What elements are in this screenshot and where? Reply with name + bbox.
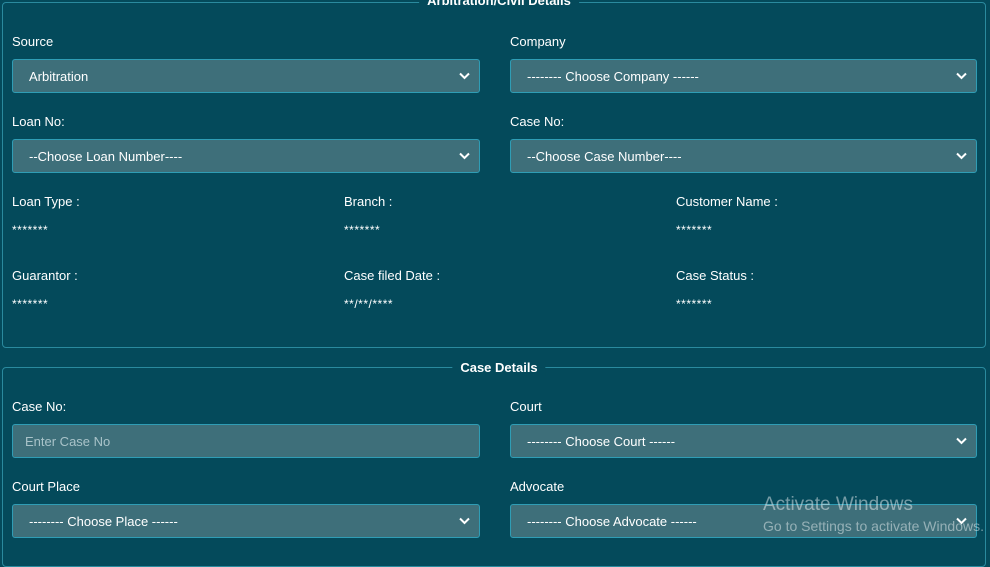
case-number-select[interactable]: --Choose Case Number----	[510, 139, 977, 173]
guarantor-value: *******	[12, 297, 49, 311]
company-select[interactable]: -------- Choose Company ------	[510, 59, 977, 93]
court-select-value: -------- Choose Court ------	[527, 433, 676, 449]
chevron-down-icon	[954, 434, 968, 448]
court-place-label: Court Place	[12, 479, 80, 494]
chevron-down-icon	[954, 69, 968, 83]
court-place-select[interactable]: -------- Choose Place ------	[12, 504, 480, 538]
source-select[interactable]: Arbitration	[12, 59, 480, 93]
branch-value: *******	[344, 223, 381, 237]
customer-name-label: Customer Name :	[676, 194, 778, 209]
chevron-down-icon	[954, 149, 968, 163]
company-label: Company	[510, 34, 566, 49]
chevron-down-icon	[457, 69, 471, 83]
activate-windows-subtitle: Go to Settings to activate Windows.	[763, 518, 984, 534]
case-status-label: Case Status :	[676, 268, 755, 283]
activate-windows-title: Activate Windows	[763, 494, 913, 515]
arbitration-details-section: Arbitration/Civil Details	[2, 0, 986, 348]
source-label: Source	[12, 34, 54, 49]
chevron-down-icon	[457, 514, 471, 528]
advocate-label: Advocate	[510, 479, 565, 494]
guarantor-label: Guarantor :	[12, 268, 78, 283]
case-filed-date-label: Case filed Date :	[344, 268, 441, 283]
court-label: Court	[510, 399, 542, 414]
loan-number-select-value: --Choose Loan Number----	[29, 148, 183, 164]
loan-number-select[interactable]: --Choose Loan Number----	[12, 139, 480, 173]
section-legend: Case Details	[452, 360, 546, 376]
source-select-value: Arbitration	[29, 68, 89, 84]
chevron-down-icon	[457, 149, 471, 163]
court-select[interactable]: -------- Choose Court ------	[510, 424, 977, 458]
case-number-select-value: --Choose Case Number----	[527, 148, 682, 164]
loan-no-label: Loan No:	[12, 114, 65, 129]
loan-type-value: *******	[12, 223, 49, 237]
loan-type-label: Loan Type :	[12, 194, 80, 209]
court-place-select-value: -------- Choose Place ------	[29, 513, 178, 529]
case-filed-date-value: **/**/****	[344, 297, 394, 311]
case-no-input[interactable]: Enter Case No	[12, 424, 480, 458]
case-status-value: *******	[676, 297, 713, 311]
case-no-label: Case No:	[510, 114, 565, 129]
section-legend: Arbitration/Civil Details	[419, 0, 579, 9]
company-select-value: -------- Choose Company ------	[527, 68, 699, 84]
branch-label: Branch :	[344, 194, 393, 209]
customer-name-value: *******	[676, 223, 713, 237]
case-no-label: Case No:	[12, 399, 67, 414]
